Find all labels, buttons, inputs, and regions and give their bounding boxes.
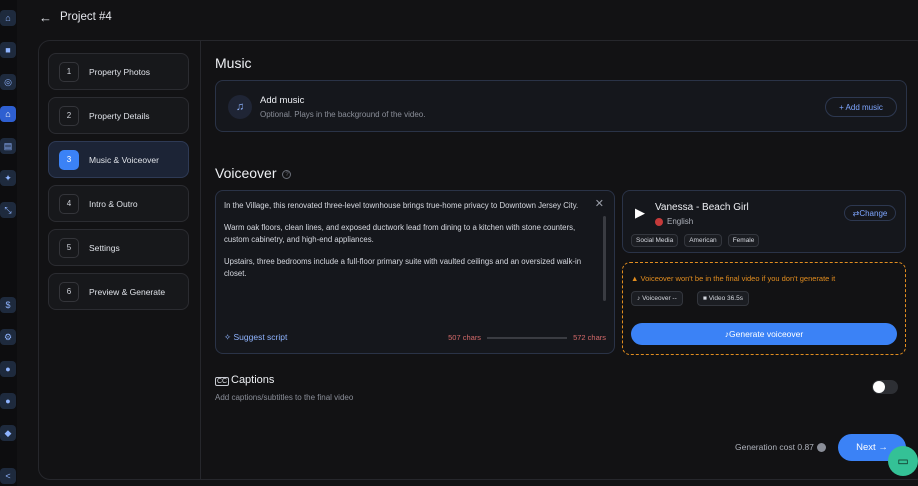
support-chat-icon[interactable]: ▭ (888, 446, 918, 476)
add-music-button[interactable]: + Add music (825, 97, 897, 117)
home-icon[interactable]: ⌂ (0, 106, 16, 122)
left-rail: ⌂ ■ ◎ ⌂ ▤ ✦ ⤡ $ ⚙ ● ● ◆ < (0, 0, 17, 486)
voice-name: Vanessa - Beach Girl (655, 202, 749, 213)
gear-icon[interactable]: ⚙ (0, 329, 16, 345)
music-note-icon: ♫ (228, 95, 252, 119)
step-label: Music & Voiceover (89, 154, 159, 165)
step-property-details[interactable]: 2 Property Details (48, 97, 189, 134)
main-content: Music ♫ Add music Optional. Plays in the… (215, 41, 918, 479)
change-voice-label: Change (859, 208, 888, 218)
dollar-icon[interactable]: $ (0, 297, 16, 313)
script-paragraph: In the Village, this renovated three-lev… (224, 201, 579, 210)
generation-cost-text: Generation cost 0.87 (735, 442, 814, 452)
voice-language: English (655, 217, 693, 226)
step-music-voiceover[interactable]: 3 Music & Voiceover (48, 141, 189, 178)
char-count-current: 507 chars (448, 333, 482, 342)
step-intro-outro[interactable]: 4 Intro & Outro (48, 185, 189, 222)
music-card: ♫ Add music Optional. Plays in the backg… (215, 80, 907, 132)
arrow-right-icon: → (875, 442, 888, 453)
generate-voiceover-button[interactable]: ♪ Generate voiceover (631, 323, 897, 345)
voice-tags: Social Media American Female (631, 234, 760, 247)
change-voice-button[interactable]: ⇄ Change (844, 205, 896, 221)
step-number: 5 (59, 237, 79, 258)
page-title: Project #4 (60, 11, 112, 23)
step-number: 1 (59, 61, 79, 82)
users-icon[interactable]: ● (0, 361, 16, 377)
script-paragraph: Warm oak floors, clean lines, and expose… (224, 223, 576, 244)
swap-icon: ⇄ (852, 208, 860, 218)
voiceover-warning-text: Voiceover won't be in the final video if… (640, 274, 836, 283)
top-bar: ← Project #4 (17, 0, 918, 36)
script-paragraph: Upstairs, three bedrooms include a full-… (224, 257, 582, 278)
voiceover-duration-label: Voiceover -- (642, 295, 677, 302)
flag-icon (655, 217, 663, 226)
script-editor[interactable]: In the Village, this renovated three-lev… (215, 190, 615, 354)
generation-cost: Generation cost 0.87 (735, 442, 826, 453)
char-progress-bar (487, 336, 568, 339)
script-textarea[interactable]: In the Village, this renovated three-lev… (224, 200, 594, 290)
step-preview-generate[interactable]: 6 Preview & Generate (48, 273, 189, 310)
share-icon[interactable]: < (0, 468, 16, 484)
video-duration-chip: ■ Video 36.5s (697, 291, 749, 306)
voice-tag: American (684, 234, 722, 247)
voiceover-heading-text: Voiceover (215, 165, 277, 181)
music-subtitle: Optional. Plays in the background of the… (260, 110, 426, 119)
captions-toggle[interactable] (872, 380, 898, 394)
chat-icon[interactable]: ◆ (0, 425, 16, 441)
step-label: Settings (89, 242, 120, 253)
suggest-script-button[interactable]: ✧ Suggest script (224, 332, 287, 343)
voiceover-duration-chip: ♪ Voiceover -- (631, 291, 683, 306)
captions-icon: CC (215, 377, 230, 386)
step-number: 3 (59, 149, 79, 170)
toggle-knob (873, 381, 885, 393)
captions-subtitle: Add captions/subtitles to the final vide… (215, 393, 354, 402)
voice-tag: Female (727, 234, 760, 247)
team-icon[interactable]: ● (0, 393, 16, 409)
help-icon[interactable]: ? (282, 169, 292, 179)
step-label: Property Photos (89, 66, 150, 77)
warning-icon: ▲ (631, 274, 641, 283)
back-arrow-icon[interactable]: ← (39, 10, 52, 25)
generate-voiceover-label: Generate voiceover (729, 329, 804, 339)
scrollbar[interactable] (603, 216, 606, 301)
step-label: Preview & Generate (89, 286, 166, 297)
step-number: 6 (59, 281, 79, 302)
play-icon[interactable]: ▶ (635, 205, 645, 221)
video-icon[interactable]: ■ (0, 42, 16, 58)
credit-coin-icon (816, 443, 826, 453)
step-settings[interactable]: 5 Settings (48, 229, 189, 266)
char-counter: 507 chars 572 chars (448, 333, 606, 342)
compass-icon[interactable]: ◎ (0, 74, 16, 90)
step-label: Property Details (89, 110, 150, 121)
suggest-script-label: Suggest script (233, 332, 288, 342)
voiceover-warning-card: ▲ Voiceover won't be in the final video … (622, 262, 906, 355)
collapse-icon[interactable]: ⤡ (0, 202, 16, 218)
steps-sidebar: 1 Property Photos 2 Property Details 3 M… (39, 41, 201, 479)
captions-title: Captions (231, 374, 275, 386)
voice-tag: Social Media (631, 234, 679, 247)
wizard-frame: 1 Property Photos 2 Property Details 3 M… (38, 40, 918, 480)
music-title: Add music (260, 95, 305, 106)
video-duration-label: Video 36.5s (708, 295, 743, 302)
char-count-max: 572 chars (573, 333, 606, 342)
music-heading: Music (215, 55, 252, 71)
bank-icon[interactable]: ⌂ (0, 10, 16, 26)
step-label: Intro & Outro (89, 198, 138, 209)
magic-wand-icon[interactable]: ✦ (0, 170, 16, 186)
film-icon[interactable]: ▤ (0, 138, 16, 154)
step-number: 4 (59, 193, 79, 214)
step-property-photos[interactable]: 1 Property Photos (48, 53, 189, 90)
voiceover-heading: Voiceover? (215, 165, 292, 181)
step-number: 2 (59, 105, 79, 126)
next-label: Next (856, 442, 876, 453)
clear-script-icon[interactable]: ✕ (595, 197, 604, 210)
voice-card: ▶ Vanessa - Beach Girl English ⇄ Change … (622, 190, 906, 253)
voiceover-warning: ▲ Voiceover won't be in the final video … (631, 274, 835, 283)
voice-language-text: English (667, 217, 694, 226)
